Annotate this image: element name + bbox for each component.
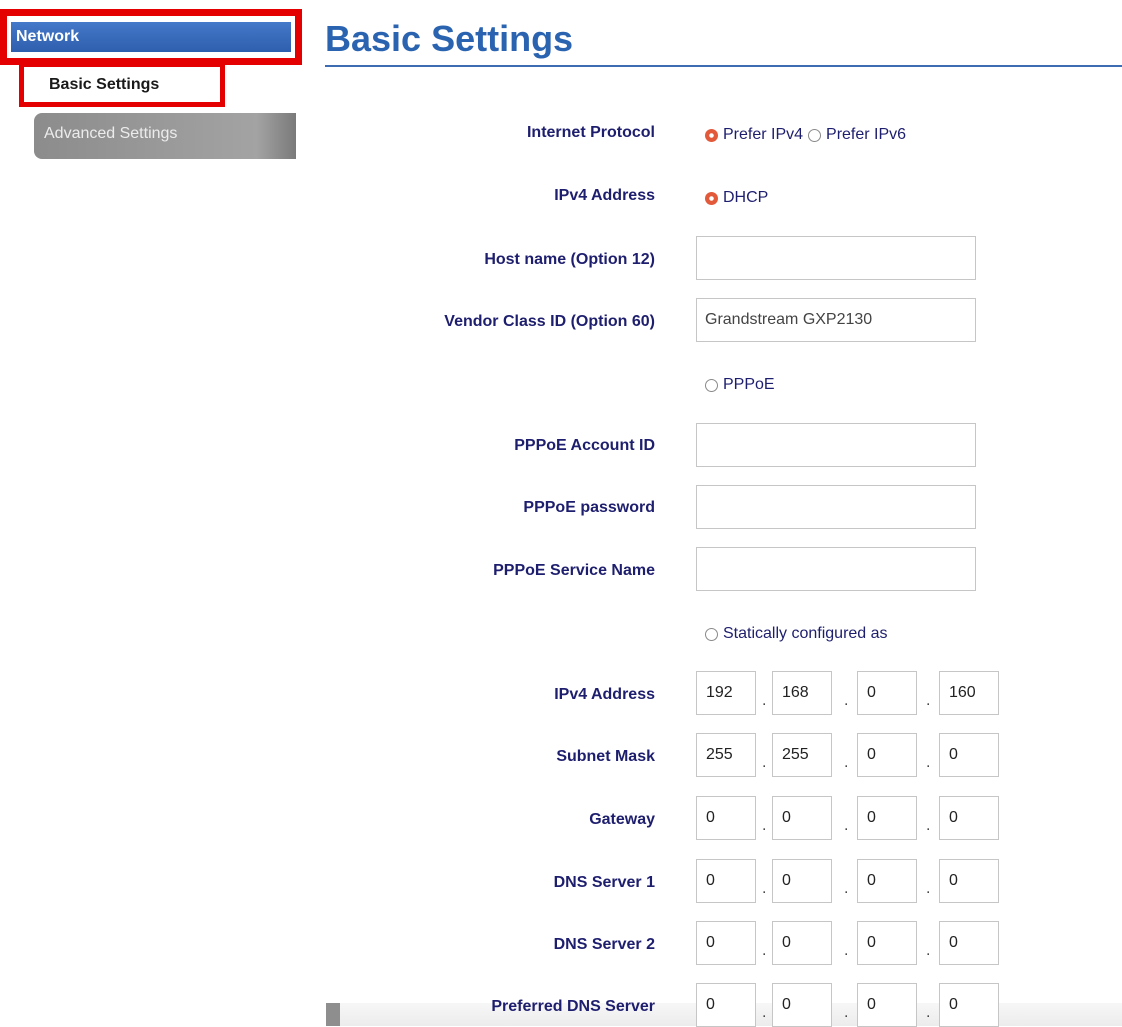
pref-dns-octet-2-input[interactable] [772,983,832,1027]
sidebar-item-network[interactable]: Network [0,9,302,65]
pppoe-password-input[interactable] [696,485,976,529]
subnet-octet-4-input[interactable] [939,733,999,777]
pppoe-radio[interactable] [705,378,718,392]
gateway-label: Gateway [589,811,655,828]
pppoe-account-id-input[interactable] [696,423,976,467]
ipv4-octet-1-input[interactable] [696,671,756,715]
pppoe-account-id-label: PPPoE Account ID [514,437,655,454]
internet-protocol-options: Prefer IPv4 Prefer IPv6 [705,125,911,145]
pppoe-service-name-input[interactable] [696,547,976,591]
host-name-input[interactable] [696,236,976,280]
gateway-octet-1-input[interactable] [696,796,756,840]
pppoe-password-label: PPPoE password [523,499,655,516]
dns2-octet-1-input[interactable] [696,921,756,965]
vendor-class-id-input[interactable] [696,298,976,342]
pppoe-service-name-label: PPPoE Service Name [493,562,655,579]
ip-dot-separator: . [926,692,931,709]
static-label[interactable]: Statically configured as [723,624,888,644]
pref-dns-octet-4-input[interactable] [939,983,999,1027]
ip-dot-separator: . [762,942,767,959]
dhcp-label[interactable]: DHCP [723,188,768,208]
preferred-dns-server-label: Preferred DNS Server [491,998,655,1015]
subnet-octet-2-input[interactable] [772,733,832,777]
ip-dot-separator: . [926,1004,931,1021]
dns1-octet-4-input[interactable] [939,859,999,903]
ip-dot-separator: . [762,880,767,897]
dns2-octet-2-input[interactable] [772,921,832,965]
dns-server-2-label: DNS Server 2 [553,936,655,953]
static-option: Statically configured as [705,624,893,644]
pppoe-option: PPPoE [705,375,780,395]
dns1-octet-2-input[interactable] [772,859,832,903]
static-ipv4-address-label: IPv4 Address [554,686,655,703]
ipv4-octet-3-input[interactable] [857,671,917,715]
sidebar-item-network-label: Network [11,22,291,52]
dns-server-1-field: . . . [696,859,1002,903]
ip-dot-separator: . [844,1004,849,1021]
prefer-ipv4-radio[interactable] [705,128,718,142]
ip-dot-separator: . [762,692,767,709]
ip-dot-separator: . [762,1004,767,1021]
prefer-ipv4-label[interactable]: Prefer IPv4 [723,125,803,145]
dns1-octet-1-input[interactable] [696,859,756,903]
vendor-class-id-label: Vendor Class ID (Option 60) [444,313,655,330]
ip-dot-separator: . [844,880,849,897]
gateway-field: . . . [696,796,1002,840]
gateway-octet-2-input[interactable] [772,796,832,840]
title-divider [325,65,1122,67]
pppoe-label[interactable]: PPPoE [723,375,775,395]
ip-dot-separator: . [926,942,931,959]
gateway-octet-4-input[interactable] [939,796,999,840]
ipv4-address-mode-label: IPv4 Address [554,187,655,204]
preferred-dns-server-field: . . . [696,983,1002,1027]
ip-dot-separator: . [762,817,767,834]
ip-dot-separator: . [926,880,931,897]
dhcp-option: DHCP [705,188,773,208]
ipv4-octet-4-input[interactable] [939,671,999,715]
pref-dns-octet-1-input[interactable] [696,983,756,1027]
subnet-mask-label: Subnet Mask [556,748,655,765]
dhcp-radio[interactable] [705,191,718,205]
dns1-octet-3-input[interactable] [857,859,917,903]
ip-dot-separator: . [844,754,849,771]
dns-server-1-label: DNS Server 1 [553,874,655,891]
static-radio[interactable] [705,627,718,641]
host-name-label: Host name (Option 12) [484,251,655,268]
ip-dot-separator: . [844,692,849,709]
sidebar-item-advanced-settings[interactable]: Advanced Settings [34,113,296,159]
dns-server-2-field: . . . [696,921,1002,965]
internet-protocol-label: Internet Protocol [526,124,655,141]
prefer-ipv6-radio[interactable] [808,128,822,142]
gateway-octet-3-input[interactable] [857,796,917,840]
preferred-dns-row-edge [326,1003,340,1026]
pref-dns-octet-3-input[interactable] [857,983,917,1027]
static-ipv4-address-field: . . . [696,671,1002,715]
ip-dot-separator: . [844,817,849,834]
ip-dot-separator: . [926,754,931,771]
subnet-octet-1-input[interactable] [696,733,756,777]
ipv4-octet-2-input[interactable] [772,671,832,715]
ip-dot-separator: . [926,817,931,834]
ip-dot-separator: . [844,942,849,959]
sidebar-item-basic-settings[interactable]: Basic Settings [19,62,225,107]
subnet-mask-field: . . . [696,733,1002,777]
prefer-ipv6-label[interactable]: Prefer IPv6 [826,125,906,145]
subnet-octet-3-input[interactable] [857,733,917,777]
page-title: Basic Settings [325,18,574,59]
dns2-octet-3-input[interactable] [857,921,917,965]
dns2-octet-4-input[interactable] [939,921,999,965]
ip-dot-separator: . [762,754,767,771]
